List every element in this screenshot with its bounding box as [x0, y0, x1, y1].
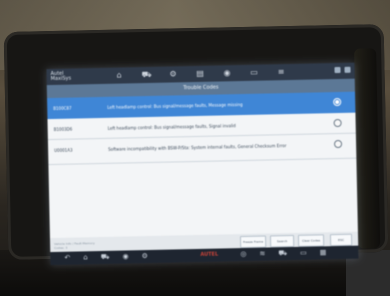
camera-icon[interactable]: ◉: [122, 252, 128, 261]
car-icon[interactable]: ⛟: [141, 70, 151, 79]
footer-info: Vehicle Info / Fault Memory Codes: 3: [54, 241, 95, 250]
row-radio[interactable]: [333, 97, 342, 107]
status-left-line: MaxiSys: [50, 75, 72, 83]
home-icon[interactable]: ⌂: [114, 71, 123, 80]
esc-button[interactable]: ESC: [329, 233, 353, 247]
top-icon-row: ⌂ ⛟ ⚙ ▤ ◉ ▭ ≡: [114, 67, 285, 80]
folder-icon[interactable]: ▭: [249, 68, 258, 77]
tablet-screen: Autel MaxiSys ⌂ ⛟ ⚙ ▤ ◉ ▭ ≡ Trouble Code…: [46, 62, 359, 266]
status-left: Autel MaxiSys: [50, 71, 72, 83]
back-icon[interactable]: ↶: [64, 254, 70, 263]
print-icon[interactable]: ▤: [195, 69, 204, 78]
diagnostic-tablet: Autel MaxiSys ⌂ ⛟ ⚙ ▤ ◉ ▭ ≡ Trouble Code…: [3, 24, 389, 266]
dtc-code: U0001A3: [54, 147, 73, 153]
freeze-frame-button[interactable]: Freeze Frame: [239, 235, 267, 249]
footer-line: Codes: 3: [54, 245, 68, 250]
trouble-code-list: B100C87 Left headlamp control: Bus signa…: [47, 91, 358, 239]
menu-icon[interactable]: ≡: [276, 67, 285, 76]
system-icons: [334, 66, 351, 74]
wifi-icon[interactable]: ≋: [259, 250, 265, 259]
display-icon[interactable]: ▭: [300, 249, 307, 258]
tablet-rubber-rim: [354, 48, 381, 249]
clear-codes-button[interactable]: Clear Codes: [297, 234, 325, 247]
gear-icon[interactable]: ⚙: [168, 69, 177, 78]
wifi-icon: [334, 66, 341, 74]
camera-icon[interactable]: ◉: [222, 68, 231, 77]
search-button[interactable]: Search: [269, 234, 295, 248]
row-radio[interactable]: [333, 118, 342, 128]
browser-icon[interactable]: ◎: [240, 250, 246, 259]
car-icon[interactable]: ⛟: [101, 253, 110, 262]
home-icon[interactable]: ⌂: [83, 253, 88, 262]
nav-icon-row: ↶ ⌂ ⛟ ◉ ⚙: [64, 252, 148, 263]
settings-icon[interactable]: ⚙: [142, 252, 148, 261]
car-icon[interactable]: ⛟: [278, 249, 287, 258]
dtc-code: B100C87: [53, 105, 72, 111]
dtc-code: B1003D6: [53, 126, 73, 132]
brand-logo: AUTEL: [200, 251, 219, 258]
vci-icon[interactable]: ▦: [320, 248, 327, 257]
dtc-description: Left headlamp control: Bus signal/messag…: [107, 102, 243, 110]
dtc-description: Left headlamp control: Bus signal/messag…: [107, 123, 236, 131]
table-row[interactable]: U0001A3 Software incompatibility with BS…: [47, 133, 357, 166]
battery-icon: [344, 66, 351, 73]
nav-icon-row-right: ◎ ≋ ⛟ ▭ ▦: [240, 248, 326, 259]
row-radio[interactable]: [333, 139, 343, 149]
dtc-description: Software incompatibility with BSW-P/Sta:…: [108, 143, 287, 152]
